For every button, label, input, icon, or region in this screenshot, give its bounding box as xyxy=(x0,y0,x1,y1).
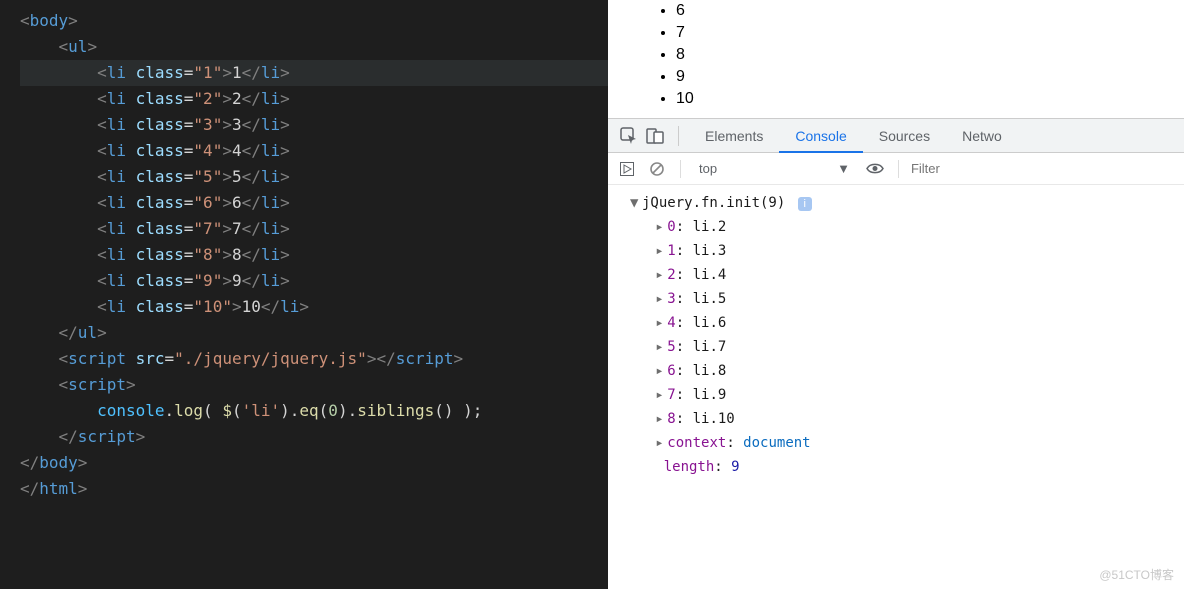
code-line[interactable]: console.log( $('li').eq(0).siblings() ); xyxy=(20,398,608,424)
code-line[interactable]: <script> xyxy=(20,372,608,398)
console-prop: length: 9 xyxy=(630,455,1176,479)
code-line[interactable]: <li class="4">4</li> xyxy=(20,138,608,164)
watermark: @51CTO博客 xyxy=(1099,566,1174,583)
code-line[interactable]: <li class="1">1</li> xyxy=(20,60,608,86)
eye-icon[interactable] xyxy=(864,158,886,180)
code-line[interactable]: <li class="10">10</li> xyxy=(20,294,608,320)
devtools-tabbar: ElementsConsoleSourcesNetwo xyxy=(608,119,1184,153)
console-array-item[interactable]: ▸3: li.5 xyxy=(630,287,1176,311)
separator xyxy=(898,160,899,178)
tab-console[interactable]: Console xyxy=(779,119,862,153)
filter-input[interactable] xyxy=(911,161,1176,176)
code-line[interactable]: <li class="7">7</li> xyxy=(20,216,608,242)
console-array-item[interactable]: ▸4: li.6 xyxy=(630,311,1176,335)
console-array-item[interactable]: ▸2: li.4 xyxy=(630,263,1176,287)
browser-panel: 678910 ElementsConsoleSourcesNetwo top ▼ xyxy=(608,0,1184,589)
console-array-item[interactable]: ▸6: li.8 xyxy=(630,359,1176,383)
clear-console-icon[interactable] xyxy=(646,158,668,180)
list-item: 10 xyxy=(676,88,1184,110)
separator xyxy=(678,126,679,146)
console-array-item[interactable]: ▸7: li.9 xyxy=(630,383,1176,407)
code-line[interactable]: </ul> xyxy=(20,320,608,346)
code-line[interactable]: </body> xyxy=(20,450,608,476)
tab-netwo[interactable]: Netwo xyxy=(946,119,1018,153)
inspect-icon[interactable] xyxy=(616,123,642,149)
separator xyxy=(680,160,681,178)
console-array-item[interactable]: ▸8: li.10 xyxy=(630,407,1176,431)
console-toolbar: top ▼ xyxy=(608,153,1184,185)
info-icon[interactable]: i xyxy=(798,197,812,211)
console-array-item[interactable]: ▸1: li.3 xyxy=(630,239,1176,263)
list-item: 9 xyxy=(676,66,1184,88)
console-object-header[interactable]: ▼jQuery.fn.init(9) i xyxy=(630,191,1176,215)
tab-sources[interactable]: Sources xyxy=(863,119,946,153)
code-line[interactable]: <li class="6">6</li> xyxy=(20,190,608,216)
code-line[interactable]: <li class="3">3</li> xyxy=(20,112,608,138)
context-selector[interactable]: top ▼ xyxy=(693,161,856,176)
preview-list: 678910 xyxy=(658,0,1184,110)
context-label: top xyxy=(699,161,717,176)
code-line[interactable]: <li class="9">9</li> xyxy=(20,268,608,294)
code-editor[interactable]: <body> <ul> <li class="1">1</li> <li cla… xyxy=(0,0,608,589)
code-line[interactable]: </script> xyxy=(20,424,608,450)
code-line[interactable]: <li class="8">8</li> xyxy=(20,242,608,268)
console-prop[interactable]: ▸context: document xyxy=(630,431,1176,455)
code-line[interactable]: </html> xyxy=(20,476,608,502)
code-line[interactable]: <script src="./jquery/jquery.js"></scrip… xyxy=(20,346,608,372)
console-output[interactable]: ▼jQuery.fn.init(9) i ▸0: li.2 ▸1: li.3 ▸… xyxy=(608,185,1184,589)
console-array-item[interactable]: ▸0: li.2 xyxy=(630,215,1176,239)
devtools: ElementsConsoleSourcesNetwo top ▼ ▼jQuer… xyxy=(608,118,1184,589)
page-preview: 678910 xyxy=(608,0,1184,118)
code-line[interactable]: <li class="2">2</li> xyxy=(20,86,608,112)
tab-elements[interactable]: Elements xyxy=(689,119,779,153)
code-line[interactable]: <li class="5">5</li> xyxy=(20,164,608,190)
play-icon[interactable] xyxy=(616,158,638,180)
device-toggle-icon[interactable] xyxy=(642,123,668,149)
list-item: 8 xyxy=(676,44,1184,66)
chevron-down-icon: ▼ xyxy=(837,161,850,176)
console-array-item[interactable]: ▸5: li.7 xyxy=(630,335,1176,359)
list-item: 6 xyxy=(676,0,1184,22)
code-line[interactable]: <ul> xyxy=(20,34,608,60)
list-item: 7 xyxy=(676,22,1184,44)
code-line[interactable]: <body> xyxy=(20,8,608,34)
